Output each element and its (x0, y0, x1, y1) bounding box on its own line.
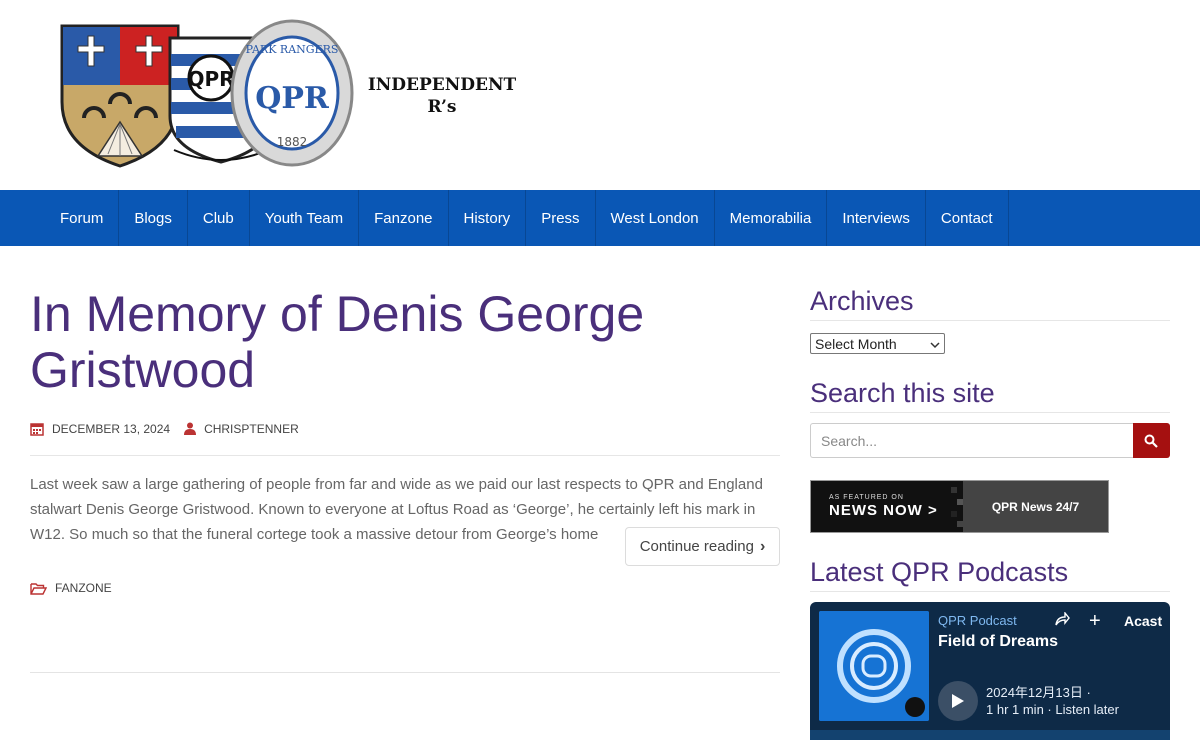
nav-item-history[interactable]: History (449, 190, 527, 246)
post-article: In Memory of Denis George Gristwood DECE… (30, 246, 780, 673)
post-date[interactable]: DECEMBER 13, 2024 (52, 422, 170, 436)
podcast-show-name[interactable]: QPR Podcast (938, 613, 1017, 628)
site-brand-text: INDEPENDENT R’s (362, 74, 522, 118)
folder-open-icon (30, 582, 47, 595)
archives-title: Archives (810, 284, 1170, 321)
search-button[interactable] (1132, 423, 1170, 458)
post-title[interactable]: In Memory of Denis George Gristwood (30, 286, 780, 398)
brand-line-2: R’s (427, 97, 457, 117)
search-title: Search this site (810, 376, 1170, 413)
continue-reading-button[interactable]: Continue reading › (625, 527, 780, 566)
nav-item-contact[interactable]: Contact (926, 190, 1009, 246)
archives-select[interactable]: Select Month (810, 333, 945, 354)
play-button[interactable] (938, 681, 978, 721)
svg-text:1882: 1882 (277, 135, 308, 149)
podcast-episode-duration[interactable]: 1 hr 1 min · Listen later (986, 701, 1119, 718)
nav-list: Forum Blogs Club Youth Team Fanzone Hist… (45, 190, 1009, 246)
acast-logo[interactable]: Acast (1124, 613, 1162, 629)
brand-line-1: INDEPENDENT (367, 75, 517, 95)
search-icon (1144, 434, 1159, 448)
sidebar: Archives Select Month Search this site A… (810, 246, 1170, 740)
crest-badge-icon: PARK RANGERS QPR 1882 (230, 19, 354, 167)
chevron-right-icon: › (759, 537, 766, 555)
podcast-artwork[interactable] (819, 611, 929, 721)
post-meta: DECEMBER 13, 2024 CHRISPTENNER (30, 416, 780, 456)
newsnow-qpr-text: QPR News 24/7 (963, 481, 1108, 532)
podcast-episode-info: 2024年12月13日 · 1 hr 1 min · Listen later (986, 684, 1119, 718)
nav-item-blogs[interactable]: Blogs (119, 190, 188, 246)
newsnow-featured-text: AS FEATURED ON (829, 494, 904, 501)
nav-item-press[interactable]: Press (526, 190, 596, 246)
podcasts-title: Latest QPR Podcasts (810, 555, 1170, 592)
site-logo[interactable]: QPR PARK RANGERS QPR 1882 INDEPENDENT R’… (60, 18, 520, 173)
main-navigation: Forum Blogs Club Youth Team Fanzone Hist… (0, 190, 1200, 246)
calendar-icon (30, 422, 44, 436)
svg-text:QPR: QPR (255, 81, 330, 116)
post-category-link[interactable]: FANZONE (55, 581, 112, 595)
podcast-episode-date: 2024年12月13日 · (986, 685, 1091, 700)
post-category-row: FANZONE (30, 581, 112, 595)
nav-item-memorabilia[interactable]: Memorabilia (715, 190, 828, 246)
podcast-cover-icon (819, 611, 929, 721)
archives-select-value: Select Month (815, 335, 897, 352)
continue-reading-label: Continue reading (639, 538, 754, 555)
svg-text:PARK RANGERS: PARK RANGERS (246, 43, 339, 56)
post-author[interactable]: CHRISPTENNER (204, 422, 299, 436)
chevron-down-icon (930, 336, 940, 352)
newsnow-word: NEWS NOW > (829, 502, 938, 519)
site-header: QPR PARK RANGERS QPR 1882 INDEPENDENT R’… (0, 0, 1200, 190)
nav-item-youth-team[interactable]: Youth Team (250, 190, 360, 246)
podcast-next-episode-row[interactable] (810, 730, 1170, 740)
nav-item-forum[interactable]: Forum (45, 190, 120, 246)
user-icon (184, 422, 197, 435)
share-icon[interactable] (1054, 611, 1070, 631)
svg-text:QPR: QPR (187, 67, 234, 91)
nav-item-interviews[interactable]: Interviews (827, 190, 926, 246)
newsnow-banner[interactable]: AS FEATURED ON NEWS NOW > QPR News 24/7 (810, 480, 1109, 533)
add-icon[interactable]: + (1089, 610, 1101, 633)
newsnow-logo: AS FEATURED ON NEWS NOW > (811, 481, 951, 532)
crest-shield-icon (60, 24, 180, 168)
search-form (810, 423, 1170, 458)
nav-item-west-london[interactable]: West London (596, 190, 715, 246)
podcast-episode-title[interactable]: Field of Dreams (938, 633, 1058, 651)
nav-item-fanzone[interactable]: Fanzone (359, 190, 449, 246)
nav-item-club[interactable]: Club (188, 190, 250, 246)
search-input[interactable] (810, 423, 1133, 458)
play-icon (952, 694, 964, 708)
podcast-player: QPR Podcast + Acast Field of Dreams 2024… (810, 602, 1170, 740)
post-divider (30, 672, 780, 673)
